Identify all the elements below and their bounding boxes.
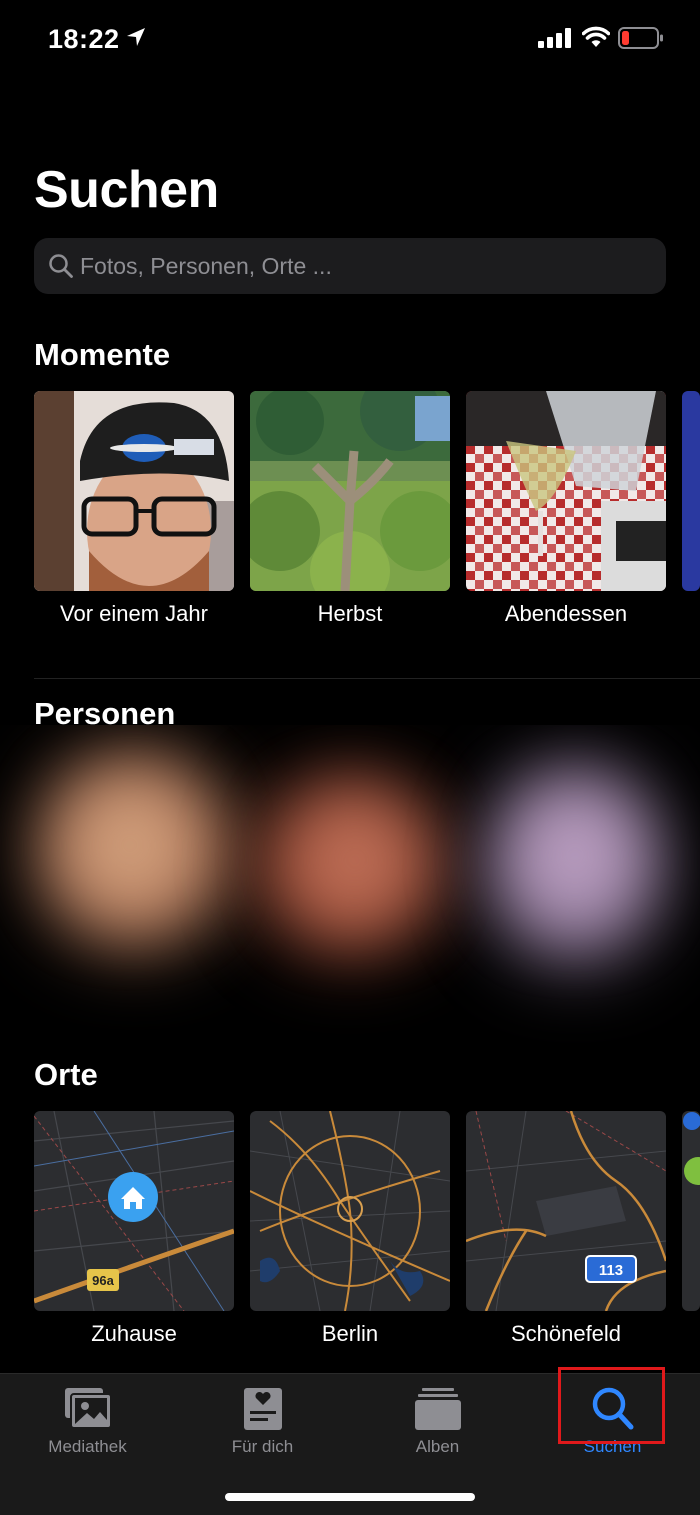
map-thumbnail-partial bbox=[683, 1112, 700, 1185]
road-badge-96a: 96a bbox=[92, 1273, 114, 1288]
location-arrow-icon bbox=[127, 28, 145, 46]
section-divider bbox=[34, 678, 700, 679]
place-tile-partial[interactable] bbox=[682, 1111, 700, 1311]
place-tile-berlin[interactable] bbox=[250, 1111, 450, 1311]
tab-label: Mediathek bbox=[48, 1437, 127, 1456]
place-label: Berlin bbox=[321, 1321, 379, 1346]
for-you-icon bbox=[244, 1388, 282, 1430]
section-title-orte: Orte bbox=[34, 1057, 98, 1092]
wifi-icon bbox=[582, 26, 610, 47]
battery-low-icon bbox=[618, 27, 663, 49]
albums-stack-icon bbox=[415, 1388, 461, 1430]
moment-label: Herbst bbox=[317, 601, 383, 626]
tab-label: Für dich bbox=[231, 1437, 294, 1456]
section-title-momente: Momente bbox=[34, 337, 171, 372]
cellular-signal-icon bbox=[538, 28, 571, 48]
search-icon bbox=[49, 254, 73, 278]
place-label: Schönefeld bbox=[510, 1321, 622, 1346]
place-tile-zuhause[interactable]: 96a bbox=[34, 1111, 234, 1311]
search-input[interactable] bbox=[80, 238, 650, 294]
home-indicator[interactable] bbox=[225, 1493, 475, 1501]
moment-photo-tree bbox=[250, 391, 450, 591]
map-thumbnail-schoenefeld: 113 bbox=[466, 1111, 666, 1311]
tab-alben[interactable]: Alben bbox=[350, 1374, 525, 1474]
road-badge-113: 113 bbox=[599, 1262, 623, 1279]
status-bar: 18:22 bbox=[0, 0, 700, 80]
person-face-blurred bbox=[520, 795, 630, 915]
status-time: 18:22 bbox=[48, 24, 120, 54]
moment-tile-herbst[interactable] bbox=[250, 391, 450, 591]
highlight-annotation-box bbox=[558, 1367, 665, 1444]
tab-mediathek[interactable]: Mediathek bbox=[0, 1374, 175, 1474]
map-thumbnail-zuhause: 96a bbox=[34, 1111, 234, 1311]
map-thumbnail-berlin bbox=[250, 1111, 450, 1311]
place-tile-schoenefeld[interactable]: 113 bbox=[466, 1111, 666, 1311]
moment-photo-portrait bbox=[34, 391, 234, 591]
moment-tile-abendessen[interactable] bbox=[466, 391, 666, 591]
moment-tile-partial[interactable] bbox=[682, 391, 700, 591]
moment-label: Abendessen bbox=[504, 601, 628, 626]
tab-fuer-dich[interactable]: Für dich bbox=[175, 1374, 350, 1474]
search-bar[interactable] bbox=[34, 238, 666, 294]
people-blurred-faces bbox=[0, 725, 700, 1045]
person-face-blurred bbox=[70, 785, 190, 905]
photos-library-icon bbox=[65, 1388, 112, 1429]
person-face-blurred bbox=[300, 805, 410, 915]
moment-tile-vor-einem-jahr[interactable] bbox=[34, 391, 234, 591]
tab-label: Alben bbox=[415, 1437, 460, 1456]
moment-photo-dinner bbox=[466, 391, 666, 591]
page-title: Suchen bbox=[34, 161, 219, 219]
moment-label: Vor einem Jahr bbox=[60, 601, 208, 626]
place-label: Zuhause bbox=[91, 1321, 177, 1346]
